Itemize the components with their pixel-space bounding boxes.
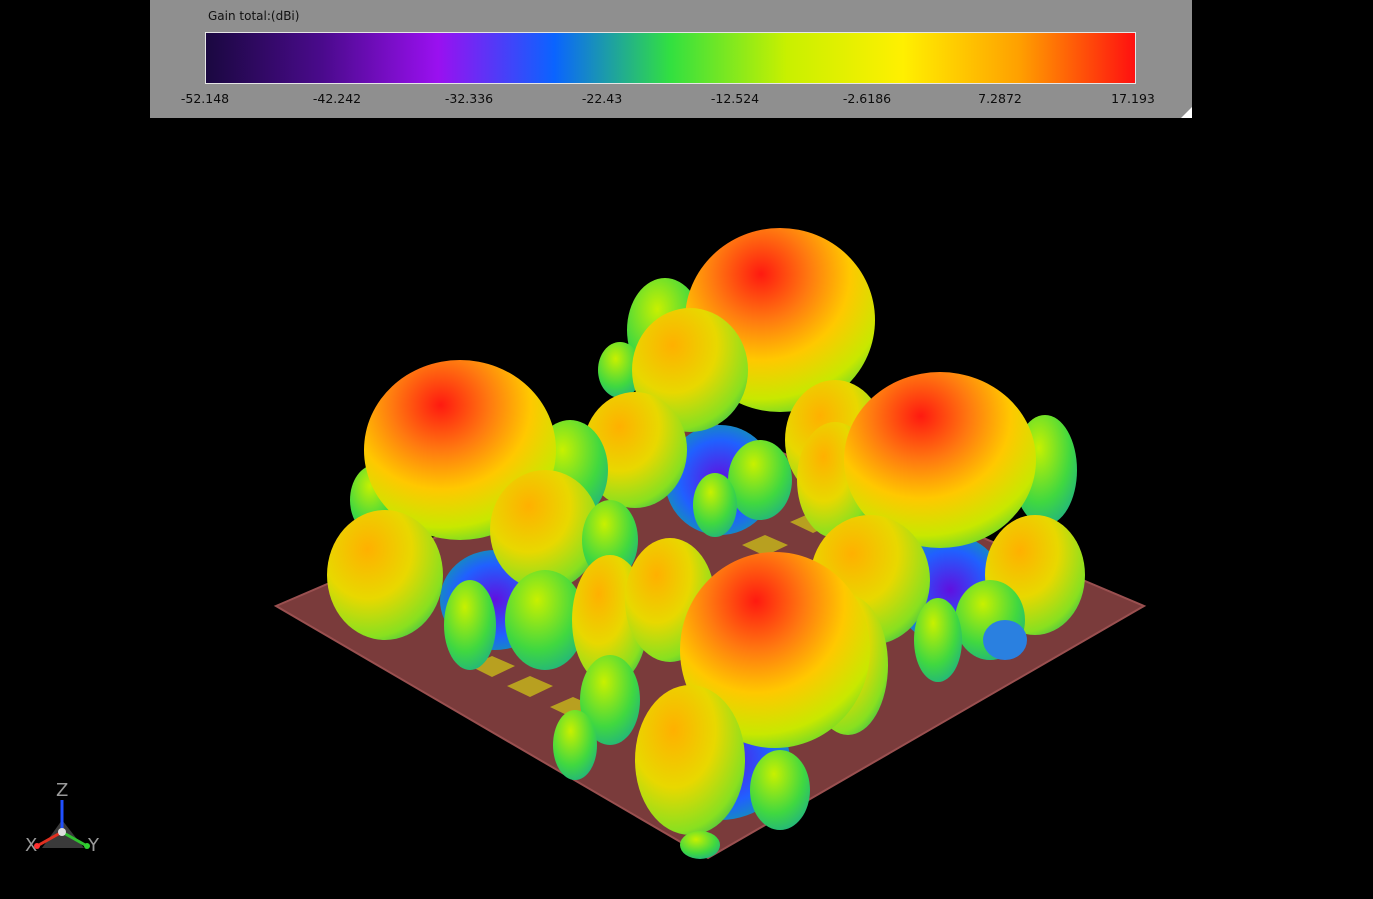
legend-title: Gain total:(dBi) [208,9,300,23]
beam-cluster-front [553,538,888,859]
resize-grip-icon[interactable] [1181,107,1192,118]
tick-label-0: -52.148 [180,91,230,106]
axis-y-label: Y [88,835,99,856]
tick-label-2: -32.336 [444,91,494,106]
radiation-pattern-scene [273,228,1147,860]
tick-label-7: 17.193 [1111,91,1155,106]
tick-label-3: -22.43 [581,91,623,106]
axis-z-label: Z [56,780,69,801]
tick-label-5: -2.6186 [842,91,892,106]
colorbar-legend-panel: Gain total:(dBi) -52.148 -42.242 -32.336… [150,0,1192,118]
tick-label-4: -12.524 [710,91,760,106]
colorbar-gradient [205,32,1136,84]
tick-label-1: -42.242 [312,91,362,106]
3d-viewport[interactable] [0,118,1373,899]
axis-triad: Z X Y [22,780,106,860]
axis-x-label: X [25,835,38,856]
tick-label-6: 7.2872 [978,91,1022,106]
